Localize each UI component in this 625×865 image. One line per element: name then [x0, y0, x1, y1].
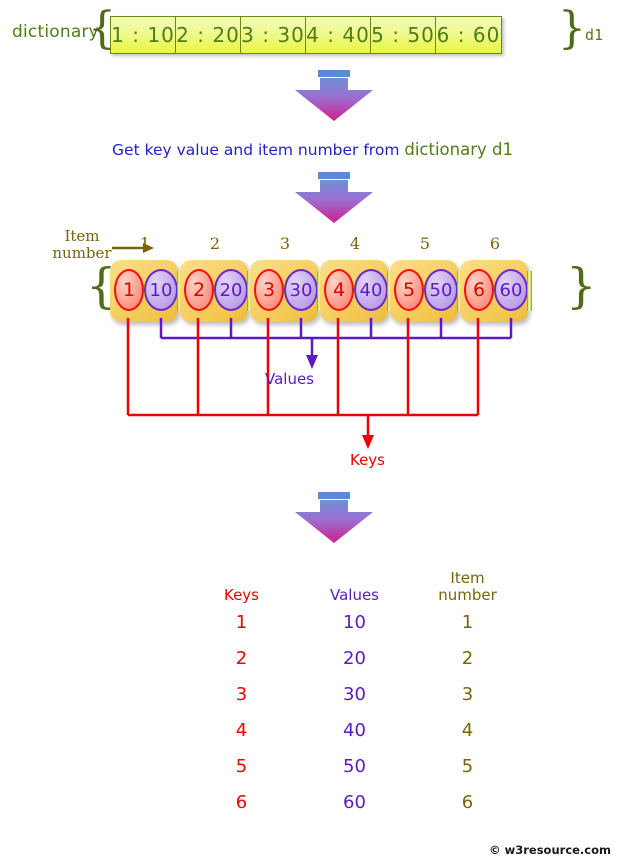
cell-item: 2 — [461, 647, 474, 669]
cell-value: 30 — [343, 683, 366, 705]
key-value-pair-box: 5 : 50 — [390, 260, 462, 322]
caption-text-blue: Get key value and item number from — [112, 141, 405, 159]
pair-colon: : — [281, 278, 288, 299]
pair-colon: : — [491, 278, 498, 299]
dictionary-variable-name: d1 — [585, 26, 604, 44]
values-label-text: Values — [264, 370, 314, 388]
cell-key: 6 — [235, 791, 248, 813]
step-caption: Get key value and item number from dicti… — [0, 140, 625, 159]
brace-close-top: } — [558, 3, 586, 54]
keys-label-text: Keys — [349, 451, 385, 469]
key-ellipse: 2 — [184, 269, 214, 311]
brace-close-middle: } — [566, 258, 597, 314]
column-header-item-number-line1: Item — [450, 569, 485, 587]
key-value-pair-boxes: 1 : 10 2 : 20 3 : 30 4 : 40 5 : 50 6 : 6… — [110, 260, 532, 322]
dictionary-cell: 1 : 10 — [111, 17, 176, 53]
pair-colon: : — [141, 278, 148, 299]
table-row: 3 30 3 — [185, 676, 525, 712]
cell-value: 10 — [343, 611, 366, 633]
dictionary-literal-row: dictionary { 1 : 10 2 : 20 3 : 30 4 : 40… — [0, 6, 625, 58]
pair-colon: : — [351, 278, 358, 299]
column-header-item-number-line2: number — [438, 586, 497, 604]
dictionary-cell: 4 : 40 — [306, 17, 371, 53]
cell-key: 2 — [235, 647, 248, 669]
key-ellipse: 6 — [464, 269, 494, 311]
keys-label: Keys — [0, 451, 625, 469]
item-number-index: 2 — [209, 234, 221, 253]
column-header-values: Values — [329, 586, 379, 604]
value-ellipse: 10 — [144, 269, 178, 311]
column-header-keys: Keys — [223, 586, 259, 604]
key-value-pair-box: 3 : 30 — [250, 260, 322, 322]
value-ellipse: 40 — [354, 269, 388, 311]
cell-value: 40 — [343, 719, 366, 741]
dictionary-cells: 1 : 10 2 : 20 3 : 30 4 : 40 5 : 50 6 : 6… — [110, 16, 502, 54]
item-number-index: 5 — [419, 234, 431, 253]
dictionary-cell: 6 : 60 — [436, 17, 501, 53]
key-value-pair-box: 6 : 60 — [460, 260, 532, 322]
item-number-index: 1 — [139, 234, 151, 253]
key-value-pair-box: 2 : 20 — [180, 260, 252, 322]
table-row: 1 10 1 — [185, 604, 525, 640]
key-value-pair-box: 1 : 10 — [110, 260, 182, 322]
item-number-index: 3 — [279, 234, 291, 253]
down-arrow-icon — [293, 70, 375, 122]
table-row: 2 20 2 — [185, 640, 525, 676]
down-arrow-icon — [293, 492, 375, 544]
cell-value: 20 — [343, 647, 366, 669]
key-value-pair-box: 4 : 40 — [320, 260, 392, 322]
key-ellipse: 5 — [394, 269, 424, 311]
pair-colon: : — [211, 278, 218, 299]
caption-text-green: dictionary d1 — [404, 140, 513, 159]
cell-value: 50 — [343, 755, 366, 777]
result-table: Keys Values Item number 1 10 1 2 20 2 3 … — [185, 562, 525, 820]
item-number-indices: 1 2 3 4 5 6 — [110, 234, 530, 256]
value-ellipse: 30 — [284, 269, 318, 311]
pair-colon: : — [421, 278, 428, 299]
table-header-row: Keys Values Item number — [185, 562, 525, 604]
value-ellipse: 20 — [214, 269, 248, 311]
item-number-caption-line1: Item — [64, 227, 100, 245]
table-row: 6 60 6 — [185, 784, 525, 820]
item-number-index: 6 — [489, 234, 501, 253]
value-ellipse: 60 — [494, 269, 528, 311]
cell-key: 1 — [235, 611, 248, 633]
cell-item: 6 — [461, 791, 474, 813]
dictionary-label: dictionary — [12, 22, 99, 42]
dictionary-cell: 5 : 50 — [371, 17, 436, 53]
cell-item: 3 — [461, 683, 474, 705]
cell-key: 5 — [235, 755, 248, 777]
dictionary-cell: 2 : 20 — [176, 17, 241, 53]
key-ellipse: 1 — [114, 269, 144, 311]
cell-key: 4 — [235, 719, 248, 741]
cell-item: 5 — [461, 755, 474, 777]
column-header-item-number: Item number — [411, 570, 524, 604]
cell-item: 1 — [461, 611, 474, 633]
copyright-watermark: © w3resource.com — [489, 843, 611, 857]
table-row: 4 40 4 — [185, 712, 525, 748]
key-ellipse: 3 — [254, 269, 284, 311]
pair-divider — [527, 271, 532, 311]
cell-value: 60 — [343, 791, 366, 813]
value-ellipse: 50 — [424, 269, 458, 311]
cell-key: 3 — [235, 683, 248, 705]
key-ellipse: 4 — [324, 269, 354, 311]
values-label: Values — [0, 370, 625, 388]
cell-item: 4 — [461, 719, 474, 741]
item-number-index: 4 — [349, 234, 361, 253]
down-arrow-icon — [293, 172, 375, 224]
table-row: 5 50 5 — [185, 748, 525, 784]
dictionary-cell: 3 : 30 — [241, 17, 306, 53]
